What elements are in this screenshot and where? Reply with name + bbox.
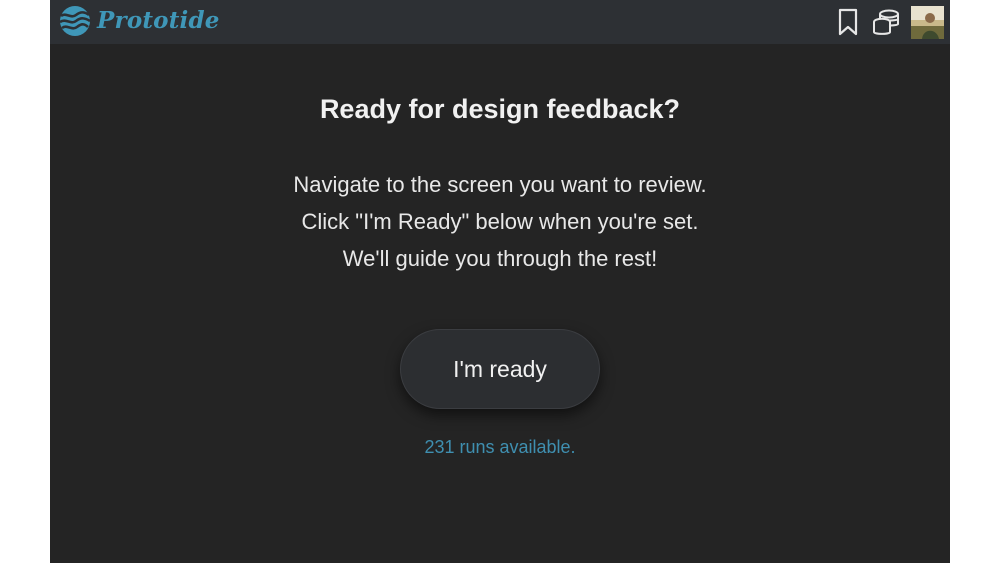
instruction-line: Click "I'm Ready" below when you're set.: [301, 209, 699, 234]
im-ready-button[interactable]: I'm ready: [400, 329, 600, 409]
bookmark-button[interactable]: [833, 7, 863, 37]
instruction-line: Navigate to the screen you want to revie…: [293, 172, 707, 197]
top-bar: Prototide: [50, 0, 950, 44]
instructions: Navigate to the screen you want to revie…: [50, 166, 950, 277]
page-title: Ready for design feedback?: [319, 94, 681, 124]
credits-button[interactable]: [871, 7, 901, 37]
user-avatar[interactable]: [911, 5, 944, 39]
wave-globe-icon: [59, 6, 91, 36]
bookmark-icon: [838, 8, 858, 36]
top-actions: [825, 4, 944, 40]
coins-stack-icon: [873, 9, 899, 35]
logo[interactable]: Prototide: [58, 3, 220, 39]
instruction-line: We'll guide you through the rest!: [342, 246, 658, 271]
avatar-image: [911, 5, 944, 39]
main-content: Ready for design feedback? Navigate to t…: [50, 44, 950, 458]
logo-text: Prototide: [97, 7, 220, 34]
runs-available-text: 231 runs available.: [424, 437, 576, 457]
app-window: Prototide Ready for design feedback? Nav…: [50, 0, 950, 563]
